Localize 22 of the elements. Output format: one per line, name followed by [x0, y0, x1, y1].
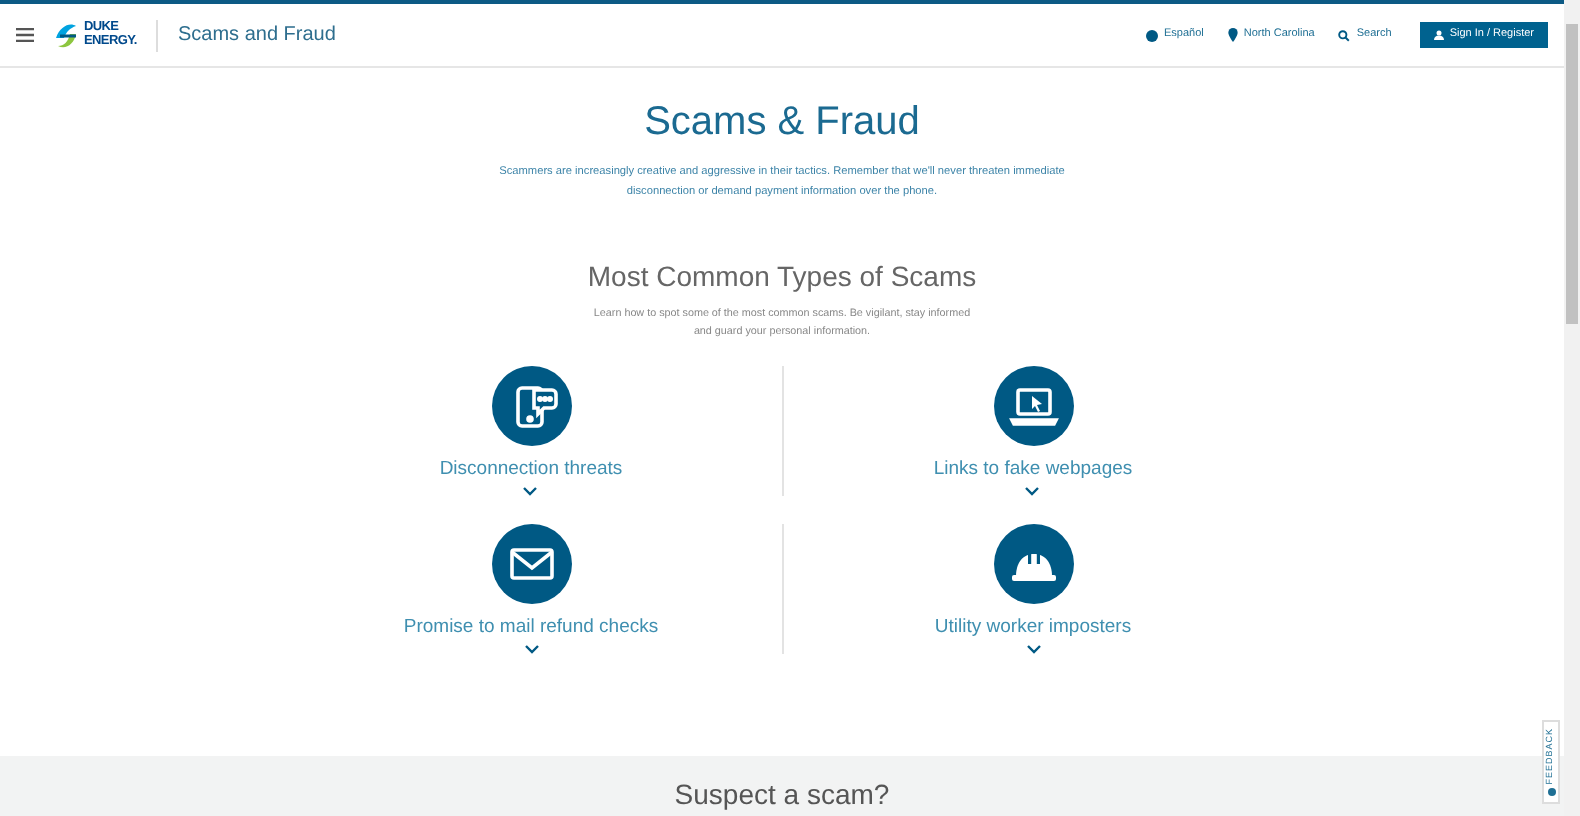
section-heading: Most Common Types of Scams	[587, 258, 977, 294]
page-title: Scams and Fraud	[178, 22, 336, 50]
phone-icon	[491, 366, 571, 446]
laptop-icon	[993, 366, 1073, 446]
chevron-down-icon	[1025, 644, 1041, 654]
chevron-down-icon	[523, 644, 539, 654]
chevron-down-icon	[522, 486, 539, 496]
section-heading: Suspect a scam?	[674, 776, 890, 812]
page-heading: Scams & Fraud	[644, 98, 920, 148]
envelope-icon	[491, 524, 571, 604]
scam-type-toggle[interactable]: Disconnection threats	[439, 458, 623, 496]
search-icon	[1338, 29, 1351, 41]
location-pin-icon	[1227, 28, 1238, 42]
scrollbar[interactable]	[1564, 0, 1580, 816]
user-icon	[1433, 30, 1444, 40]
logo-icon[interactable]	[52, 21, 80, 49]
menu-icon[interactable]	[16, 28, 34, 42]
hard-hat-icon	[993, 524, 1073, 604]
scam-type-toggle[interactable]: Links to fake webpages	[933, 458, 1133, 496]
scam-type-toggle[interactable]: Utility worker imposters	[934, 616, 1132, 654]
scam-type-toggle[interactable]: Promise to mail refund checks	[403, 616, 659, 654]
chevron-down-icon	[1024, 486, 1041, 496]
